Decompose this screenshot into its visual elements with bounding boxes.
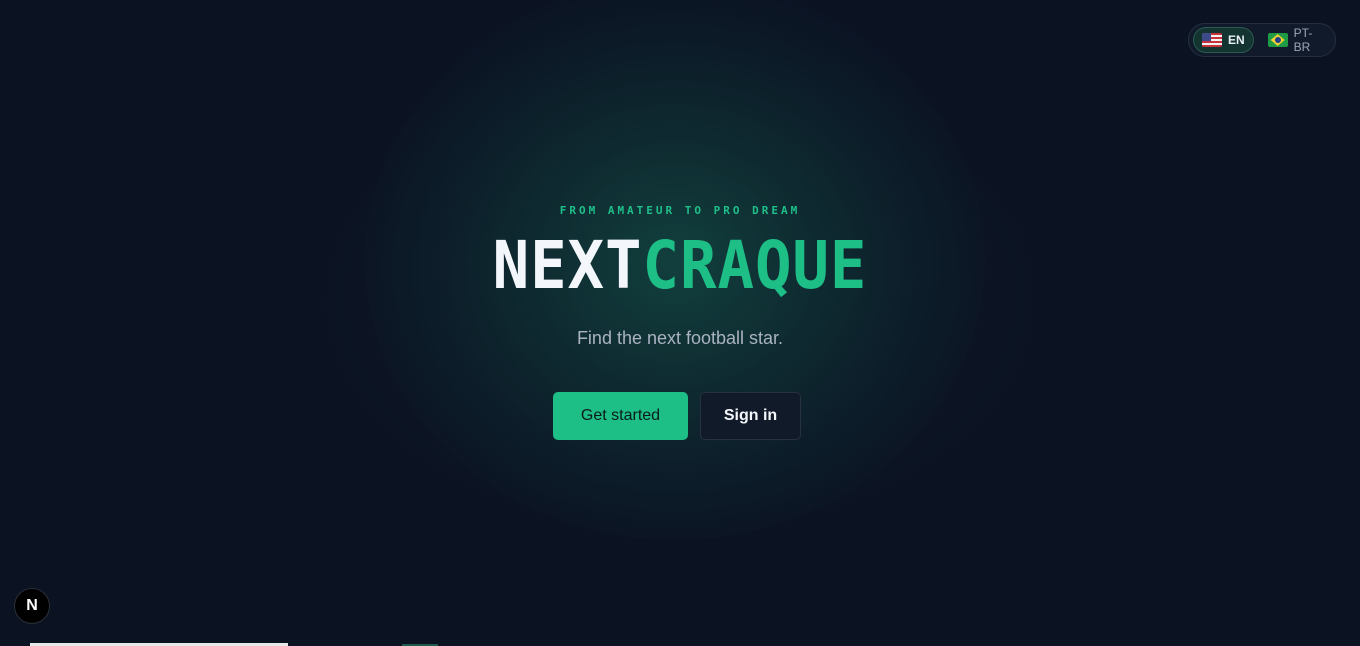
us-flag-icon <box>1202 33 1222 47</box>
hero-eyebrow: FROM AMATEUR TO PRO DREAM <box>559 204 801 217</box>
hero-actions: Get started Sign in <box>553 392 801 440</box>
language-option-en[interactable]: EN <box>1193 27 1254 53</box>
landing-page: EN PT-BR FROM AMATEUR TO PRO DREAM NEXTC… <box>0 0 1360 646</box>
next-dev-indicator[interactable]: N <box>14 588 50 624</box>
language-switcher: EN PT-BR <box>1188 23 1336 57</box>
hero-title: NEXTCRAQUE <box>54 228 1305 304</box>
language-option-pt-br[interactable]: PT-BR <box>1260 26 1331 54</box>
sign-in-button[interactable]: Sign in <box>700 392 801 440</box>
hero-title-craque: CRAQUE <box>642 227 868 304</box>
language-label-pt-br: PT-BR <box>1293 26 1313 54</box>
get-started-button[interactable]: Get started <box>553 392 688 440</box>
brazil-flag-icon <box>1267 33 1288 47</box>
hero-title-next: NEXT <box>492 227 643 304</box>
hero-subtitle: Find the next football star. <box>576 328 784 348</box>
language-label-en: EN <box>1228 33 1245 47</box>
